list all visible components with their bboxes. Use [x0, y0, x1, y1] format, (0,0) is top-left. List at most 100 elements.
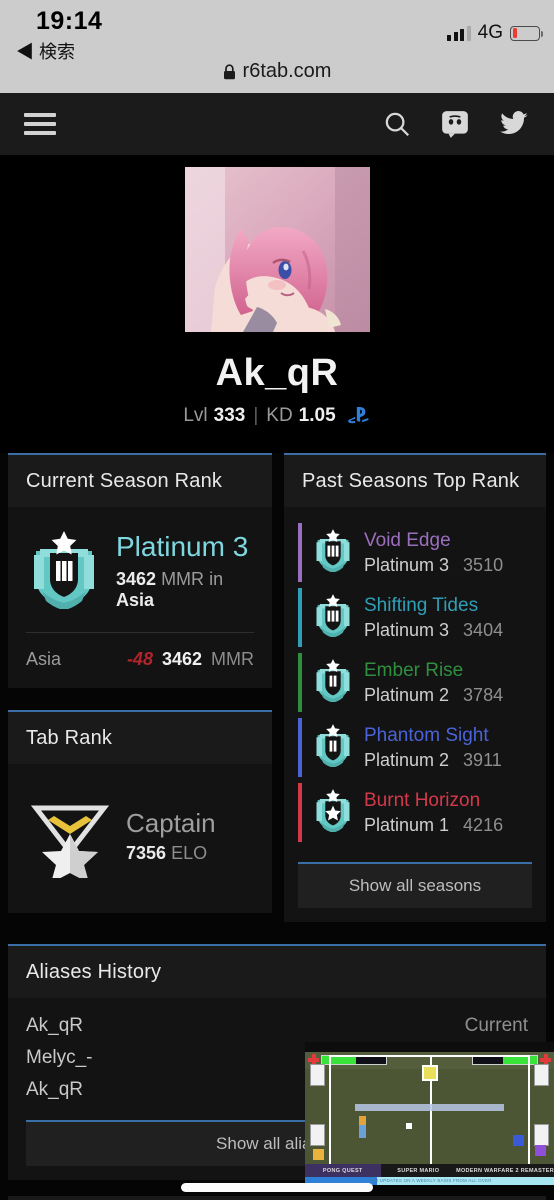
game-item-yellow — [313, 1149, 324, 1160]
past-seasons-list: Void Edge Platinum 3 3510 Shifting Tides… — [298, 517, 532, 850]
game-paddle-top-right — [534, 1064, 549, 1086]
platinum-2-rank-badge — [312, 723, 354, 772]
avatar — [184, 167, 370, 332]
aliases-history-title: Aliases History — [8, 946, 546, 998]
platinum-3-rank-badge — [312, 593, 354, 642]
season-name: Shifting Tides — [364, 594, 479, 616]
video-ad-labels: PONG QUEST SUPER MARIO MODERN WARFARE 2 RE… — [305, 1164, 554, 1177]
game-paddle-top-left — [310, 1064, 325, 1086]
address-bar[interactable]: r6tab.com — [0, 50, 554, 93]
discord-icon[interactable] — [440, 109, 470, 139]
alias-date: Current — [464, 1015, 528, 1036]
season-row[interactable]: Burnt Horizon Platinum 1 4216 — [298, 783, 532, 842]
video-ad-label[interactable]: PONG QUEST — [305, 1164, 381, 1177]
horizontal-scrollbar[interactable] — [181, 1183, 373, 1192]
past-seasons-title: Past Seasons Top Rank — [284, 455, 546, 507]
game-court — [329, 1055, 530, 1164]
video-ad-label[interactable]: MODERN WARFARE 2 REMASTER — [456, 1164, 554, 1177]
game-item-purple — [535, 1145, 546, 1156]
playstation-icon — [347, 407, 371, 425]
address-bar-url: r6tab.com — [242, 60, 332, 82]
game-paddle-bottom-left — [310, 1124, 325, 1146]
alias-row: Ak_qR Current — [26, 1010, 528, 1042]
current-season-rank-card: Current Season Rank Platinum 3 3462 MMR … — [8, 453, 272, 688]
hamburger-menu-icon[interactable] — [24, 113, 56, 135]
video-ad-overlay[interactable]: PONG QUEST SUPER MARIO MODERN WARFARE 2 RE… — [305, 1042, 554, 1185]
game-item-blue — [513, 1135, 524, 1146]
region-mmr-row: Asia -48 3462 MMR — [26, 633, 254, 672]
signal-strength-icon — [447, 25, 471, 41]
network-type-label: 4G — [477, 22, 503, 43]
tab-rank-main: Captain 7356 ELO — [26, 780, 254, 897]
season-mmr: 4216 — [463, 814, 504, 835]
site-navbar — [0, 93, 554, 155]
twitter-icon[interactable] — [498, 109, 530, 139]
avatar-image — [184, 167, 370, 332]
navbar-icon-group — [382, 109, 530, 139]
season-rank: Platinum 3 — [364, 554, 450, 575]
status-indicators: 4G — [447, 22, 544, 44]
powerup-box — [421, 1065, 438, 1081]
season-mmr: 3784 — [463, 684, 504, 705]
battery-icon — [510, 25, 544, 41]
current-region: Asia — [116, 589, 155, 610]
season-mmr: 3911 — [463, 749, 502, 770]
season-rank: Platinum 2 — [364, 749, 450, 770]
season-row[interactable]: Void Edge Platinum 3 3510 — [298, 523, 532, 582]
current-rank-main: Platinum 3 3462 MMR in Asia — [26, 523, 254, 618]
season-name: Void Edge — [364, 529, 451, 551]
left-column: Current Season Rank Platinum 3 3462 MMR … — [8, 453, 272, 913]
season-rank: Platinum 3 — [364, 619, 450, 640]
season-name: Ember Rise — [364, 659, 464, 681]
season-rank: Platinum 2 — [364, 684, 450, 705]
game-player-sprite — [359, 1115, 366, 1138]
current-rank-mmr: 3462 MMR in Asia — [116, 569, 254, 611]
kd-value: 1.05 — [298, 405, 336, 426]
level-value: 333 — [213, 405, 246, 426]
game-title-text — [354, 1104, 505, 1112]
current-mmr-value: 3462 — [116, 568, 157, 589]
alias-name: Ak_qR — [26, 1079, 84, 1100]
video-ad-gameplay — [305, 1052, 554, 1164]
in-label: in — [209, 568, 224, 589]
tab-rank-card: Tab Rank Captain 7356 ELO — [8, 710, 272, 913]
platinum-2-rank-badge — [312, 658, 354, 707]
ios-status-bar: 19:14 ◀ 検索 4G — [0, 0, 554, 62]
stats-separator: | — [253, 405, 259, 426]
region-mmr-value: 3462 — [161, 649, 202, 669]
status-time: 19:14 — [36, 7, 103, 35]
current-season-rank-title: Current Season Rank — [8, 455, 272, 507]
current-rank-name: Platinum 3 — [116, 531, 249, 563]
game-paddle-bottom-right — [534, 1124, 549, 1146]
video-ad-label[interactable]: SUPER MARIO — [380, 1164, 457, 1177]
right-column: Past Seasons Top Rank Void Edge Platinum… — [284, 453, 546, 922]
platinum-3-rank-badge — [312, 528, 354, 577]
profile-header: Ak_qR Lvl 333 | KD 1.05 — [0, 155, 554, 453]
tab-rank-title: Tab Rank — [8, 712, 272, 764]
mmr-delta: -48 — [126, 649, 153, 669]
region-name: Asia — [26, 649, 62, 669]
tab-rank-elo: 7356 ELO — [126, 843, 216, 864]
search-icon[interactable] — [382, 109, 412, 139]
next-section-card — [8, 1196, 546, 1200]
browser-chrome: 19:14 ◀ 検索 4G r6tab.com — [0, 0, 554, 93]
alias-name: Ak_qR — [26, 1015, 84, 1036]
profile-username: Ak_qR — [215, 352, 339, 394]
tab-rank-name: Captain — [126, 808, 216, 839]
cards-row: Current Season Rank Platinum 3 3462 MMR … — [0, 453, 554, 922]
captain-medal-icon — [26, 790, 114, 883]
season-row[interactable]: Ember Rise Platinum 2 3784 — [298, 653, 532, 712]
season-mmr: 3510 — [463, 554, 504, 575]
season-row[interactable]: Shifting Tides Platinum 3 3404 — [298, 588, 532, 647]
platinum-1-rank-badge — [312, 788, 354, 837]
current-mmr-unit: MMR — [161, 568, 205, 589]
game-ball — [405, 1123, 412, 1130]
kd-label: KD — [266, 405, 293, 426]
back-to-search-link[interactable]: ◀ 検索 — [16, 38, 75, 64]
season-row[interactable]: Phantom Sight Platinum 2 3911 — [298, 718, 532, 777]
region-mmr-unit: MMR — [211, 649, 254, 669]
season-name: Phantom Sight — [364, 724, 489, 746]
platinum-3-rank-badge — [26, 529, 102, 614]
show-all-seasons-button[interactable]: Show all seasons — [298, 862, 532, 908]
season-mmr: 3404 — [463, 619, 504, 640]
